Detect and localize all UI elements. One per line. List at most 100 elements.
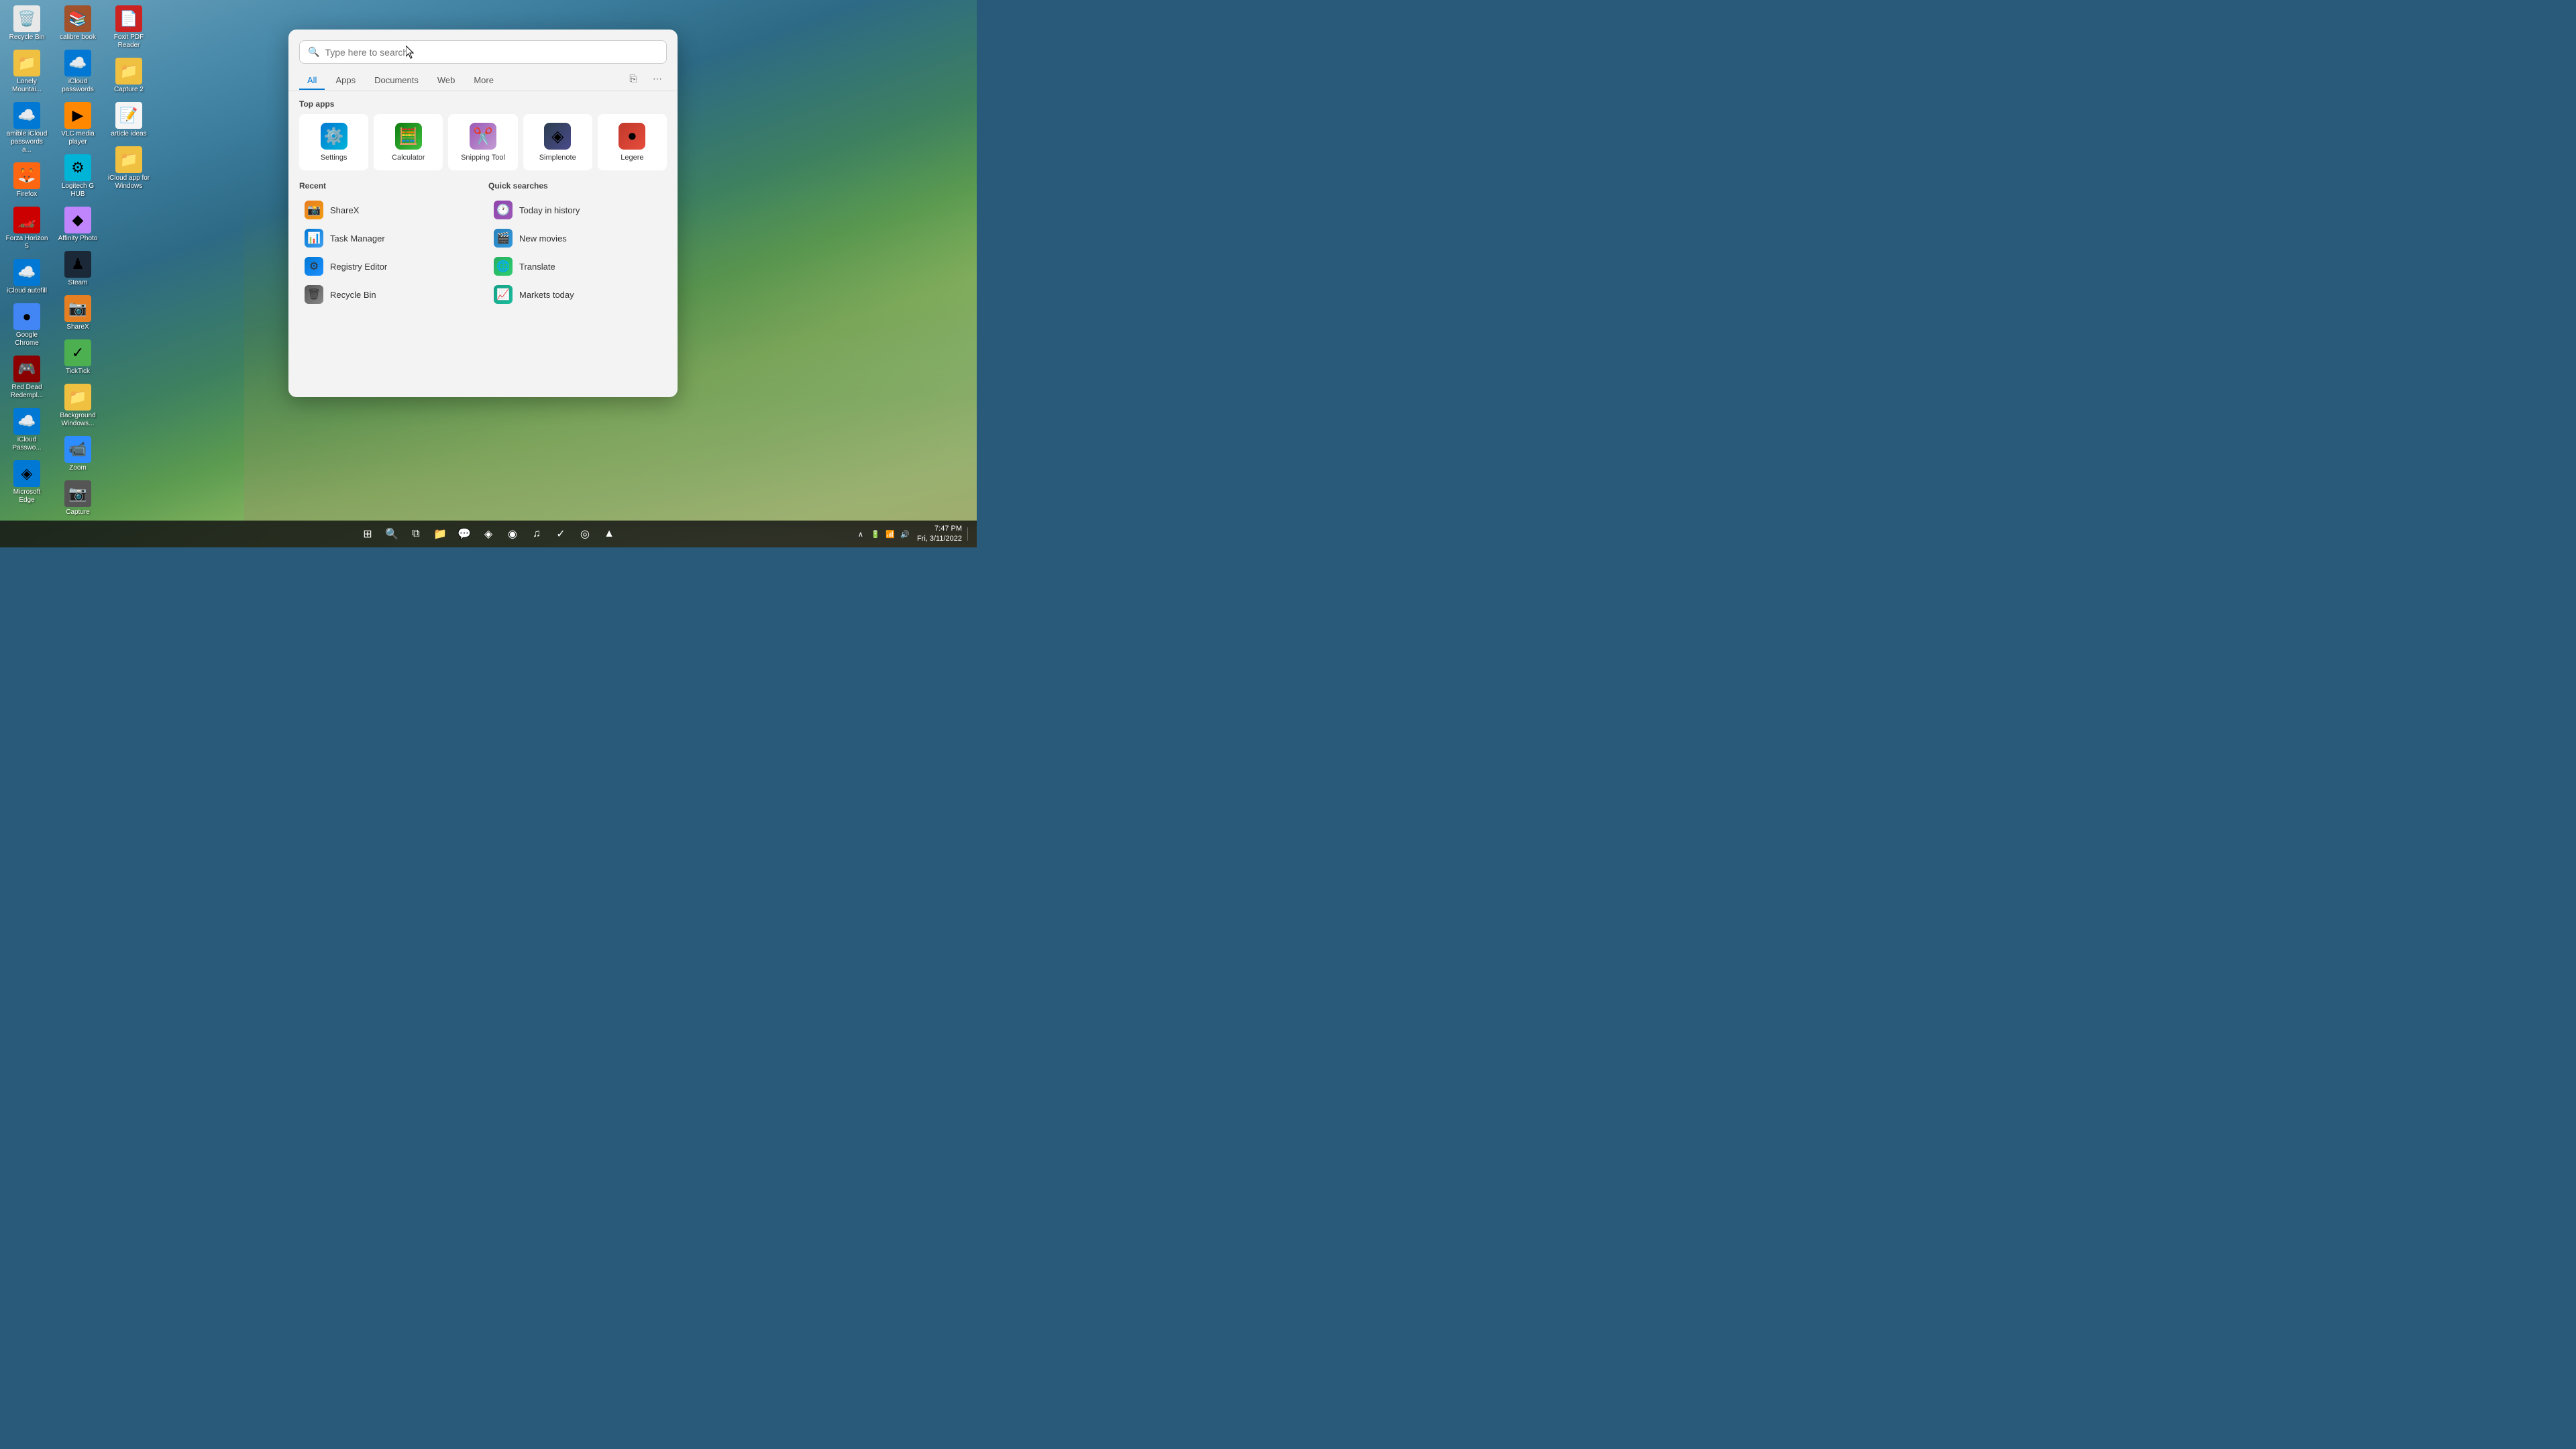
taskbar-icon-edge[interactable]: ◈: [478, 523, 499, 545]
taskbar-icon-ticktick-bar[interactable]: ✓: [550, 523, 572, 545]
recent-label-task-manager: Task Manager: [330, 233, 385, 244]
desktop-icon-icloud-app[interactable]: 📁 iCloud app for Windows: [105, 144, 153, 193]
icon-label-bg-windows: Background Windows...: [56, 412, 99, 428]
search-input[interactable]: [325, 47, 658, 58]
top-apps-title: Top apps: [299, 99, 667, 109]
taskbar-icon-symbol-start: ⊞: [363, 527, 372, 541]
app-icon-legere: ●: [619, 123, 645, 150]
desktop-icon-sharex[interactable]: 📷 ShareX: [54, 292, 102, 334]
app-icon-calculator: 🧮: [395, 123, 422, 150]
taskbar-icon-symbol-epic: ◉: [508, 527, 517, 541]
icon-img-capture2: 📁: [115, 58, 142, 85]
desktop-icon-recycle-bin[interactable]: 🗑️ Recycle Bin: [3, 3, 51, 44]
battery-icon[interactable]: 🔋: [869, 527, 882, 541]
tab-documents[interactable]: Documents: [366, 71, 427, 89]
recent-item-sharex[interactable]: 📸 ShareX: [299, 196, 478, 224]
taskbar-icon-symbol-file-explorer: 📁: [433, 527, 447, 541]
desktop-icon-article-ideas[interactable]: 📝 article ideas: [105, 99, 153, 141]
icon-img-article-ideas: 📝: [115, 102, 142, 129]
show-desktop[interactable]: [967, 527, 971, 541]
desktop-icon-google-chrome[interactable]: ● Google Chrome: [3, 301, 51, 350]
taskbar-icon-spotify[interactable]: ♫: [526, 523, 547, 545]
icon-label-firefox: Firefox: [17, 191, 38, 199]
quick-searches-list: 🕐 Today in history 🎬 New movies 🌐 Transl…: [488, 196, 667, 309]
quick-item-translate[interactable]: 🌐 Translate: [488, 252, 667, 280]
recent-icon-task-manager: 📊: [305, 229, 323, 248]
icon-label-vlc: VLC media player: [56, 130, 99, 146]
taskbar-icon-start[interactable]: ⊞: [357, 523, 378, 545]
taskbar-icon-symbol-ticktick-bar: ✓: [556, 527, 565, 541]
desktop-icon-firefox[interactable]: 🦊 Firefox: [3, 160, 51, 201]
tab-all[interactable]: All: [299, 71, 325, 89]
taskbar-icon-brave[interactable]: ▲: [598, 523, 620, 545]
top-apps-grid: ⚙️ Settings 🧮 Calculator ✂️ Snipping Too…: [299, 114, 667, 170]
quick-icon-translate: 🌐: [494, 257, 513, 276]
desktop-icon-zoom[interactable]: 📹 Zoom: [54, 433, 102, 475]
icon-label-ticktick: TickTick: [66, 368, 90, 376]
taskbar-icon-search[interactable]: 🔍: [381, 523, 402, 545]
desktop-icon-lonely-mountain[interactable]: 📁 Lonely Mountai...: [3, 47, 51, 97]
icon-img-firefox: 🦊: [13, 162, 40, 189]
volume-icon[interactable]: 🔊: [898, 527, 912, 541]
desktop-icon-foxit[interactable]: 📄 Foxit PDF Reader: [105, 3, 153, 52]
taskbar-icon-snagit[interactable]: ◎: [574, 523, 596, 545]
desktop-icon-icloud-passwords[interactable]: ☁️ amible iCloud passwords a...: [3, 99, 51, 157]
desktop-icon-bg-windows[interactable]: 📁 Background Windows...: [54, 381, 102, 431]
icon-img-lonely-mountain: 📁: [13, 50, 40, 76]
app-icon-settings: ⚙️: [321, 123, 347, 150]
desktop-icon-capture2[interactable]: 📁 Capture 2: [105, 55, 153, 97]
desktop-icon-vlc[interactable]: ▶ VLC media player: [54, 99, 102, 149]
quick-item-today-history[interactable]: 🕐 Today in history: [488, 196, 667, 224]
quick-item-new-movies[interactable]: 🎬 New movies: [488, 224, 667, 252]
icon-img-red-dead: 🎮: [13, 356, 40, 382]
app-label-legere: Legere: [621, 154, 643, 162]
tab-more[interactable]: More: [466, 71, 502, 89]
quick-item-markets-today[interactable]: 📈 Markets today: [488, 280, 667, 309]
icon-label-affinity: Affinity Photo: [58, 235, 98, 243]
desktop-icon-icloud-autofill[interactable]: ☁️ iCloud autofill: [3, 256, 51, 298]
taskbar-icon-symbol-spotify: ♫: [533, 528, 541, 540]
app-icon-snipping: ✂️: [470, 123, 496, 150]
taskbar-icon-file-explorer[interactable]: 📁: [429, 523, 451, 545]
wifi-icon[interactable]: 📶: [883, 527, 897, 541]
desktop-icon-ms-edge[interactable]: ◈ Microsoft Edge: [3, 458, 51, 507]
desktop-icon-forza-horizon[interactable]: 🏎️ Forza Horizon 5: [3, 204, 51, 254]
desktop-icon-affinity[interactable]: ◆ Affinity Photo: [54, 204, 102, 246]
chevron-up-icon[interactable]: ∧: [854, 527, 867, 541]
desktop-icon-logitech[interactable]: ⚙ Logitech G HUB: [54, 152, 102, 201]
search-popup: 🔍 AllAppsDocumentsWebMore ⎘ ⋯ Top apps ⚙…: [288, 30, 678, 397]
desktop-icon-calibre[interactable]: 📚 calibre book: [54, 3, 102, 44]
top-app-legere[interactable]: ● Legere: [598, 114, 667, 170]
desktop-icon-ticktick[interactable]: ✓ TickTick: [54, 337, 102, 378]
desktop-icon-icloud-password[interactable]: ☁️ iCloud Passwo...: [3, 405, 51, 455]
icon-img-icloud-passwords: ☁️: [13, 102, 40, 129]
desktop-icon-steam[interactable]: ♟ Steam: [54, 248, 102, 290]
desktop-icons-container: 🗑️ Recycle Bin 📁 Lonely Mountai... ☁️ am…: [3, 3, 153, 519]
recent-item-recycle-bin[interactable]: 🗑 Recycle Bin: [299, 280, 478, 309]
taskbar-icon-whatsapp[interactable]: 💬: [453, 523, 475, 545]
top-app-calculator[interactable]: 🧮 Calculator: [374, 114, 443, 170]
share-icon[interactable]: ⎘: [624, 69, 643, 88]
tab-apps[interactable]: Apps: [327, 71, 364, 89]
top-app-snipping[interactable]: ✂️ Snipping Tool: [448, 114, 517, 170]
taskbar-icon-task-view[interactable]: ⧉: [405, 523, 427, 545]
more-options-icon[interactable]: ⋯: [648, 69, 667, 88]
app-label-snipping: Snipping Tool: [461, 154, 505, 162]
top-app-settings[interactable]: ⚙️ Settings: [299, 114, 368, 170]
clock[interactable]: 7:47 PM Fri, 3/11/2022: [914, 524, 965, 545]
system-tray: ∧ 🔋 📶 🔊: [854, 527, 912, 541]
taskbar-icon-symbol-edge: ◈: [484, 527, 492, 541]
top-app-simplenote[interactable]: ◈ Simplenote: [523, 114, 592, 170]
tab-web[interactable]: Web: [429, 71, 464, 89]
recent-item-task-manager[interactable]: 📊 Task Manager: [299, 224, 478, 252]
taskbar-icon-epic[interactable]: ◉: [502, 523, 523, 545]
search-bar: 🔍: [299, 40, 667, 64]
desktop-icon-red-dead[interactable]: 🎮 Red Dead Redempl...: [3, 353, 51, 402]
icon-img-forza-horizon: 🏎️: [13, 207, 40, 233]
desktop-icon-icloud-passwords2[interactable]: ☁️ iCloud passwords: [54, 47, 102, 97]
icon-img-icloud-password: ☁️: [13, 408, 40, 435]
recent-item-registry-editor[interactable]: ⚙ Registry Editor: [299, 252, 478, 280]
recent-label-recycle-bin: Recycle Bin: [330, 290, 376, 300]
desktop-icon-capture[interactable]: 📷 Capture: [54, 478, 102, 519]
icon-label-icloud-autofill: iCloud autofill: [7, 287, 47, 295]
